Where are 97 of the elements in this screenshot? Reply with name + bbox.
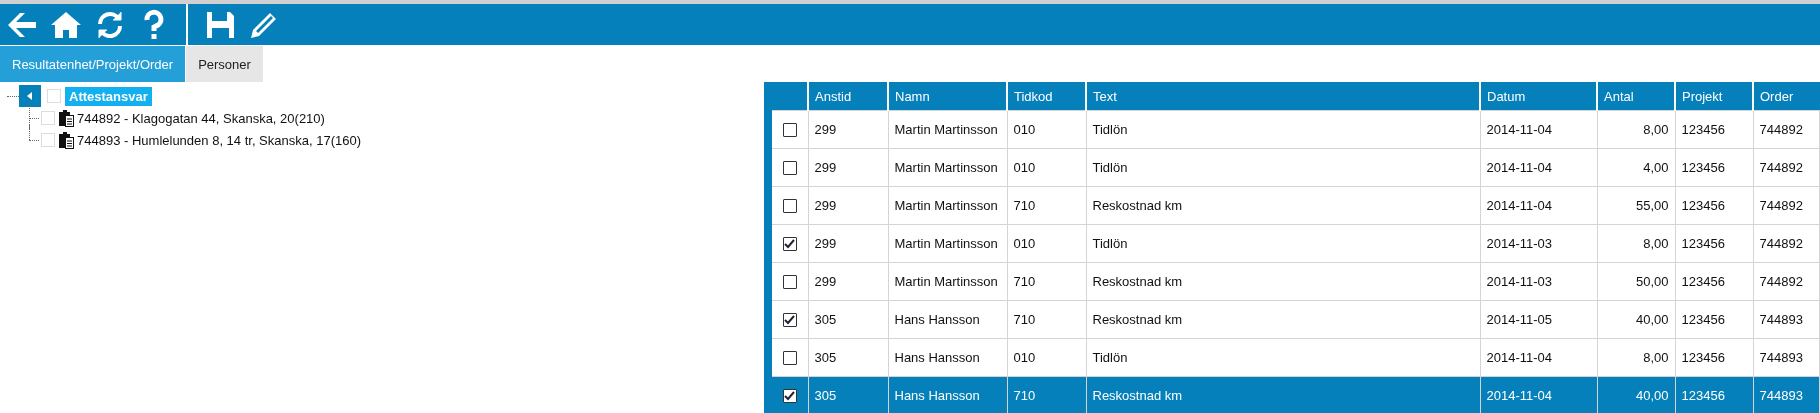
table-cell: Tidlön (1092, 236, 1128, 251)
table-cell: Martin Martinsson (894, 236, 998, 251)
column-header[interactable]: Text (1086, 82, 1480, 111)
table-cell: 123456 (1681, 388, 1725, 403)
table-cell: 2014-11-04 (1486, 350, 1553, 365)
table-cell: 299 (814, 122, 837, 137)
table-cell: Tidlön (1092, 160, 1128, 175)
table-cell: 123456 (1681, 122, 1725, 137)
table-row[interactable]: 299 Martin Martinsson 710 Reskostnad km 2014-11-04 55,00 123456 744892 (772, 186, 1820, 225)
column-header[interactable]: Anstid (808, 82, 888, 111)
table-cell: Reskostnad km (1092, 312, 1183, 327)
column-header[interactable]: Tidkod (1007, 82, 1086, 111)
table-cell: 744892 (1759, 236, 1803, 251)
table-cell: 299 (814, 274, 837, 289)
table-cell: 8,00 (1643, 122, 1669, 137)
table-cell: 2014-11-03 (1486, 274, 1553, 289)
table-row[interactable]: 299 Martin Martinsson 010 Tidlön 2014-11-04 4,00 123456 744892 (772, 148, 1820, 187)
table-row[interactable]: 305 Hans Hansson 710 Reskostnad km 2014-11-04 40,00 123456 744893 (772, 376, 1820, 413)
checkbox[interactable] (782, 275, 797, 290)
table-cell: 2014-11-04 (1486, 388, 1553, 403)
table-cell: 123456 (1681, 274, 1725, 289)
collapse-button[interactable] (19, 85, 41, 107)
table-cell: 010 (1013, 236, 1036, 251)
table-cell: Martin Martinsson (894, 160, 998, 175)
column-header[interactable]: Order (1753, 82, 1820, 111)
table-cell: 305 (814, 388, 837, 403)
table-cell: Reskostnad km (1092, 274, 1183, 289)
table-cell: 299 (814, 236, 837, 251)
table-cell: Martin Martinsson (894, 122, 998, 137)
column-header[interactable]: Antal (1597, 82, 1675, 111)
table-cell: 744892 (1759, 122, 1803, 137)
table-cell: Hans Hansson (894, 388, 980, 403)
checkbox[interactable] (782, 123, 797, 138)
table-cell: Tidlön (1092, 350, 1128, 365)
caret-icon (27, 92, 33, 100)
table-cell: Reskostnad km (1092, 198, 1183, 213)
checkbox[interactable] (782, 161, 797, 176)
table-cell: 010 (1013, 350, 1036, 365)
checkbox[interactable] (782, 237, 797, 252)
table-cell: 710 (1013, 274, 1036, 289)
table-cell: 40,00 (1635, 312, 1669, 327)
table-cell: Martin Martinsson (894, 274, 998, 289)
table-cell: 010 (1013, 160, 1036, 175)
table-cell: Hans Hansson (894, 312, 980, 327)
column-header[interactable]: Datum (1480, 82, 1597, 111)
table-cell: 744893 (1759, 312, 1803, 327)
tree-item[interactable]: Attestansvar (65, 86, 152, 106)
table-cell: 123456 (1681, 198, 1725, 213)
table-row[interactable]: 305 Hans Hansson 010 Tidlön 2014-11-04 8,00 123456 744893 (772, 338, 1820, 377)
table-cell: 710 (1013, 198, 1036, 213)
table-row[interactable]: 299 Martin Martinsson 010 Tidlön 2014-11-03 8,00 123456 744892 (772, 224, 1820, 263)
table-cell: 50,00 (1635, 274, 1669, 289)
tab[interactable]: Resultatenhet/Projekt/Order (0, 46, 186, 82)
table-cell: 40,00 (1635, 388, 1669, 403)
table-cell: 2014-11-04 (1486, 198, 1553, 213)
table-cell: 4,00 (1643, 160, 1669, 175)
table-cell: 299 (814, 160, 837, 175)
table-cell: Hans Hansson (894, 350, 980, 365)
checkbox[interactable] (782, 389, 797, 404)
table-cell: 8,00 (1643, 236, 1669, 251)
table-cell: 744893 (1759, 388, 1803, 403)
table-cell: 123456 (1681, 312, 1725, 327)
table-cell: 710 (1013, 388, 1036, 403)
table-cell: 744892 (1759, 198, 1803, 213)
table-cell: 744892 (1759, 160, 1803, 175)
table-cell: 2014-11-04 (1486, 122, 1553, 137)
table-cell: 2014-11-04 (1486, 160, 1553, 175)
table-cell: 2014-11-05 (1486, 312, 1553, 327)
table-cell: 123456 (1681, 350, 1725, 365)
table-cell: 8,00 (1643, 350, 1669, 365)
table-cell: Martin Martinsson (894, 198, 998, 213)
column-header[interactable]: Projekt (1675, 82, 1753, 111)
table-cell: Tidlön (1092, 122, 1128, 137)
table-cell: Reskostnad km (1092, 388, 1183, 403)
tree-item[interactable]: 744892 - Klagogatan 44, Skanska, 20(210) (77, 110, 325, 126)
column-header[interactable]: Namn (888, 82, 1007, 111)
tree-item[interactable]: 744893 - Humlelunden 8, 14 tr, Skanska, 17(160) (77, 132, 361, 148)
checkbox[interactable] (782, 313, 797, 328)
table-cell: 305 (814, 312, 837, 327)
table-cell: 2014-11-03 (1486, 236, 1553, 251)
table-cell: 123456 (1681, 236, 1725, 251)
table-cell: 123456 (1681, 160, 1725, 175)
table-cell: 744892 (1759, 274, 1803, 289)
checkbox[interactable] (782, 199, 797, 214)
tab[interactable]: Personer (186, 46, 263, 82)
table-cell: 305 (814, 350, 837, 365)
table-cell: 55,00 (1635, 198, 1669, 213)
table-cell: 299 (814, 198, 837, 213)
table-row[interactable]: 299 Martin Martinsson 010 Tidlön 2014-11-04 8,00 123456 744892 (772, 110, 1820, 149)
table-row[interactable]: 305 Hans Hansson 710 Reskostnad km 2014-11-05 40,00 123456 744893 (772, 300, 1820, 339)
table-row[interactable]: 299 Martin Martinsson 710 Reskostnad km 2014-11-03 50,00 123456 744892 (772, 262, 1820, 301)
clipboard-icon (58, 131, 74, 149)
table-cell: 710 (1013, 312, 1036, 327)
table-cell: 010 (1013, 122, 1036, 137)
table-cell: 744893 (1759, 350, 1803, 365)
checkbox[interactable] (782, 351, 797, 366)
clipboard-icon (58, 109, 74, 127)
